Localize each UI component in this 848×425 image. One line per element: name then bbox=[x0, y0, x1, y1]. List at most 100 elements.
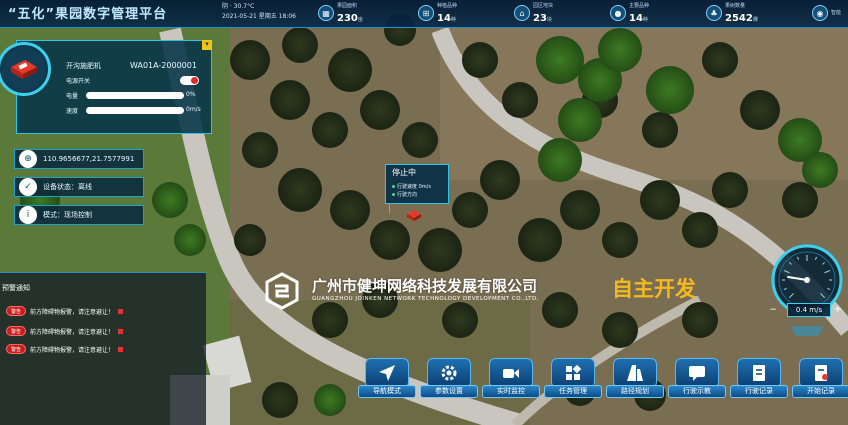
coordinates-text: 110.9656677,21.7577991 bbox=[43, 155, 135, 163]
stat-unit: 亩 bbox=[357, 16, 363, 23]
company-english-name: GUANGZHOU JOINKEN NETWORK TECHNOLOGY DEV… bbox=[312, 296, 540, 302]
record-icon bbox=[799, 358, 843, 388]
device-status-text: 设备状态：离线 bbox=[43, 183, 92, 191]
stat-value: 14 bbox=[437, 12, 451, 24]
start-record-button[interactable]: 开始记录 bbox=[792, 358, 848, 406]
coordinates-row: ⊕ 110.9656677,21.7577991 bbox=[14, 149, 144, 169]
battery-value: 0% bbox=[186, 91, 196, 98]
device-icon: ◉ bbox=[812, 5, 828, 21]
power-switch-label: 电源开关 bbox=[66, 78, 91, 85]
gear-icon bbox=[427, 358, 471, 388]
stat-label: 果树数量 bbox=[725, 2, 746, 9]
speed-value: 0m/s bbox=[186, 106, 201, 113]
start-record-label: 开始记录 bbox=[792, 385, 848, 398]
mode-text: 模式：现场控制 bbox=[43, 211, 92, 219]
mode-row: i 模式：现场控制 bbox=[14, 205, 144, 225]
speed-gauge bbox=[771, 244, 843, 336]
alert-badge: 警告 bbox=[6, 344, 26, 354]
weather-text: 阴 · 30.7°C bbox=[222, 3, 255, 10]
stat-label: 园区地块 bbox=[533, 2, 554, 9]
app-title: “五化”果园数字管理平台 bbox=[8, 7, 168, 22]
stat-label: 果园面积 bbox=[337, 2, 358, 9]
stat-varieties: ⊞ 种植品种 14种 bbox=[418, 2, 457, 24]
alert-indicator bbox=[118, 308, 124, 314]
company-name: 广州市健坤网络科技发展有限公司 bbox=[312, 277, 538, 295]
stat-smart: ◉ 智能 bbox=[812, 2, 841, 24]
stat-orchard-area: ▦ 果园面积 230亩 bbox=[318, 2, 363, 24]
live-monitor-label: 实时监控 bbox=[482, 385, 540, 398]
stat-value: 2542 bbox=[725, 12, 753, 24]
settings-button[interactable]: 参数设置 bbox=[420, 358, 478, 406]
panel-collapse-button[interactable]: ▾ bbox=[202, 40, 212, 50]
weather-datetime: 阴 · 30.7°C 2021-05-21 星期五 18:06 bbox=[222, 2, 296, 22]
base-icon: ⌂ bbox=[514, 5, 530, 21]
alert-text: 前方障碍物报警，请注意避让！ bbox=[30, 308, 115, 316]
speed-increase-button[interactable]: + bbox=[832, 304, 844, 316]
nav-mode-label: 导航模式 bbox=[358, 385, 416, 398]
stat-value: 230 bbox=[337, 12, 358, 24]
stat-unit: 种 bbox=[450, 16, 456, 23]
power-toggle[interactable] bbox=[180, 76, 199, 85]
stat-tree-count: ♣ 果树数量 2542棵 bbox=[706, 2, 758, 24]
stat-unit: 棵 bbox=[752, 16, 758, 23]
speed-readout: 0.4 m/s bbox=[787, 303, 831, 317]
drive-log-button[interactable]: 行驶记录 bbox=[730, 358, 788, 406]
area-icon: ▦ bbox=[318, 5, 334, 21]
fertilizer-machine-icon bbox=[11, 60, 37, 79]
stat-label: 智能 bbox=[831, 9, 842, 16]
teach-icon bbox=[675, 358, 719, 388]
stat-value: 14 bbox=[629, 12, 643, 24]
datetime-text: 2021-05-21 星期五 18:06 bbox=[222, 13, 296, 20]
battery-bar bbox=[86, 92, 184, 99]
speed-label: 速度 bbox=[66, 108, 79, 115]
log-icon bbox=[737, 358, 781, 388]
alert-badge: 警告 bbox=[6, 326, 26, 336]
navigation-icon bbox=[365, 358, 409, 388]
alert-item[interactable]: 警告 前方障碍物报警，请注意避让！ bbox=[6, 305, 124, 317]
info-icon: i bbox=[19, 206, 37, 224]
stat-value: 23 bbox=[533, 12, 547, 24]
popup-pointer bbox=[389, 203, 390, 213]
live-monitor-button[interactable]: 实时监控 bbox=[482, 358, 540, 406]
alert-item[interactable]: 警告 前方障碍物报警，请注意避让！ bbox=[6, 343, 124, 355]
alert-badge: 警告 bbox=[6, 306, 26, 316]
drive-teach-button[interactable]: 行驶示教 bbox=[668, 358, 726, 406]
alert-text: 前方障碍物报警，请注意避让！ bbox=[30, 346, 115, 354]
route-plan-label: 路径规划 bbox=[606, 385, 664, 398]
popup-title: 停止中 bbox=[392, 168, 416, 177]
alert-indicator bbox=[118, 346, 124, 352]
alert-indicator bbox=[118, 328, 124, 334]
camera-icon bbox=[489, 358, 533, 388]
drive-teach-label: 行驶示教 bbox=[668, 385, 726, 398]
alert-text: 前方障碍物报警，请注意避让！ bbox=[30, 328, 115, 336]
stat-label: 主要品种 bbox=[629, 2, 650, 9]
stat-unit: 块 bbox=[546, 16, 552, 23]
company-logo bbox=[265, 272, 299, 310]
speed-bar bbox=[86, 107, 184, 114]
stat-unit: 种 bbox=[642, 16, 648, 23]
stat-label: 种植品种 bbox=[437, 2, 458, 9]
popup-speed: 行驶速度 0m/s bbox=[392, 183, 431, 190]
tree-icon: ♣ bbox=[706, 5, 722, 21]
machine-marker-icon[interactable] bbox=[406, 208, 422, 222]
speed-decrease-button[interactable]: − bbox=[767, 304, 779, 316]
nav-mode-button[interactable]: 导航模式 bbox=[358, 358, 416, 406]
tasks-icon bbox=[551, 358, 595, 388]
fruit-icon: ● bbox=[610, 5, 626, 21]
settings-label: 参数设置 bbox=[420, 385, 478, 398]
drive-log-label: 行驶记录 bbox=[730, 385, 788, 398]
route-icon bbox=[613, 358, 657, 388]
slogan: 自主开发 bbox=[612, 277, 696, 301]
check-icon: ✓ bbox=[19, 178, 37, 196]
stat-plots: ⌂ 园区地块 23块 bbox=[514, 2, 553, 24]
popup-direction: 行驶方向 bbox=[392, 191, 417, 198]
machine-name: 开沟施肥机 bbox=[66, 62, 101, 70]
alerts-title: 预警通知 bbox=[2, 284, 30, 292]
task-manage-label: 任务管理 bbox=[544, 385, 602, 398]
task-manage-button[interactable]: 任务管理 bbox=[544, 358, 602, 406]
alert-item[interactable]: 警告 前方障碍物报警，请注意避让！ bbox=[6, 325, 124, 337]
globe-icon: ⊕ bbox=[19, 150, 37, 168]
machine-id: WA01A-2000001 bbox=[130, 61, 197, 70]
route-plan-button[interactable]: 路径规划 bbox=[606, 358, 664, 406]
battery-label: 电量 bbox=[66, 93, 79, 100]
